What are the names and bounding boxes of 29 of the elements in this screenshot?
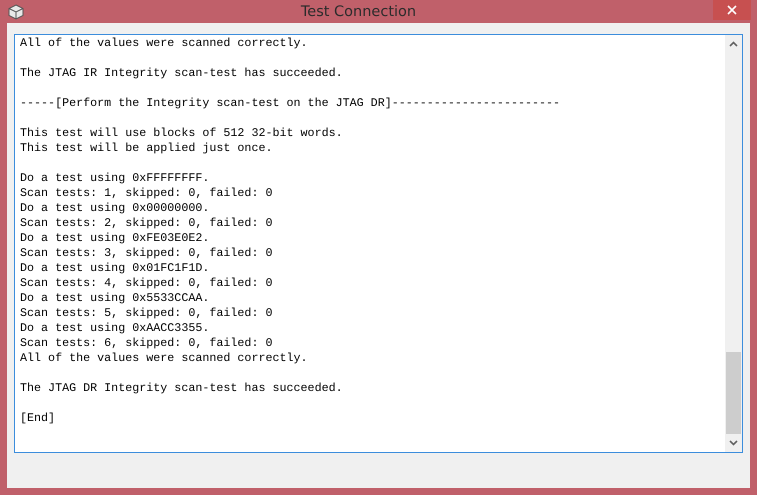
output-line: -----[Perform the Integrity scan-test on the JTAG DR]------------------------ xyxy=(20,96,560,111)
output-line: All of the values were scanned correctly. xyxy=(20,351,308,366)
close-button[interactable] xyxy=(713,0,751,20)
output-line: [End] xyxy=(20,411,56,426)
output-line: Do a test using 0xAACC3355. xyxy=(20,321,210,336)
output-line: Scan tests: 3, skipped: 0, failed: 0 xyxy=(20,246,272,261)
output-line: This test will use blocks of 512 32-bit words. xyxy=(20,126,343,141)
output-line: Do a test using 0x00000000. xyxy=(20,201,210,216)
output-line: Scan tests: 4, skipped: 0, failed: 0 xyxy=(20,276,272,291)
scroll-up-icon[interactable] xyxy=(729,41,738,47)
close-icon xyxy=(727,5,737,15)
output-line: Do a test using 0xFFFFFFFF. xyxy=(20,171,210,186)
output-line: Scan tests: 1, skipped: 0, failed: 0 xyxy=(20,186,272,201)
output-line: Do a test using 0xFE03E0E2. xyxy=(20,231,210,246)
output-line: Scan tests: 5, skipped: 0, failed: 0 xyxy=(20,306,272,321)
window-title: Test Connection xyxy=(300,4,418,20)
output-line: The JTAG IR Integrity scan-test has succeeded. xyxy=(20,66,343,81)
output-line: Scan tests: 2, skipped: 0, failed: 0 xyxy=(20,216,272,231)
scroll-down-icon[interactable] xyxy=(729,440,738,446)
output-line: The JTAG DR Integrity scan-test has succeeded. xyxy=(20,381,343,396)
scrollbar[interactable] xyxy=(725,35,742,452)
scrollbar-thumb[interactable] xyxy=(726,352,741,434)
output-text-area[interactable] xyxy=(14,34,743,453)
cube-icon xyxy=(8,4,24,20)
output-line: This test will be applied just once. xyxy=(20,141,272,156)
output-line: Scan tests: 6, skipped: 0, failed: 0 xyxy=(20,336,272,351)
output-line: All of the values were scanned correctly. xyxy=(20,36,308,51)
output-line: Do a test using 0x5533CCAA. xyxy=(20,291,210,306)
output-line: Do a test using 0x01FC1F1D. xyxy=(20,261,210,276)
